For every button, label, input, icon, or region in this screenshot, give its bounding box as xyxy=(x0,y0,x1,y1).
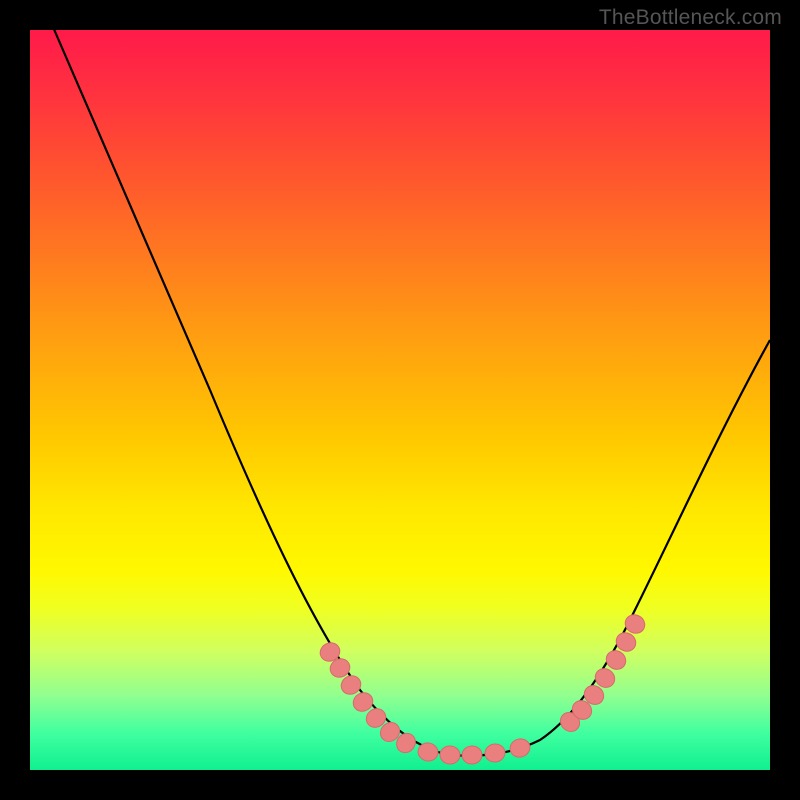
marker-dot xyxy=(440,746,461,765)
chart-svg xyxy=(30,30,770,770)
plot-area xyxy=(30,30,770,770)
marker-dot xyxy=(508,736,533,759)
bottleneck-curve xyxy=(50,20,770,756)
marker-dot xyxy=(484,742,507,763)
marker-dot xyxy=(461,745,482,764)
chart-frame: TheBottleneck.com xyxy=(0,0,800,800)
watermark-text: TheBottleneck.com xyxy=(599,6,782,30)
marker-group xyxy=(317,611,648,764)
